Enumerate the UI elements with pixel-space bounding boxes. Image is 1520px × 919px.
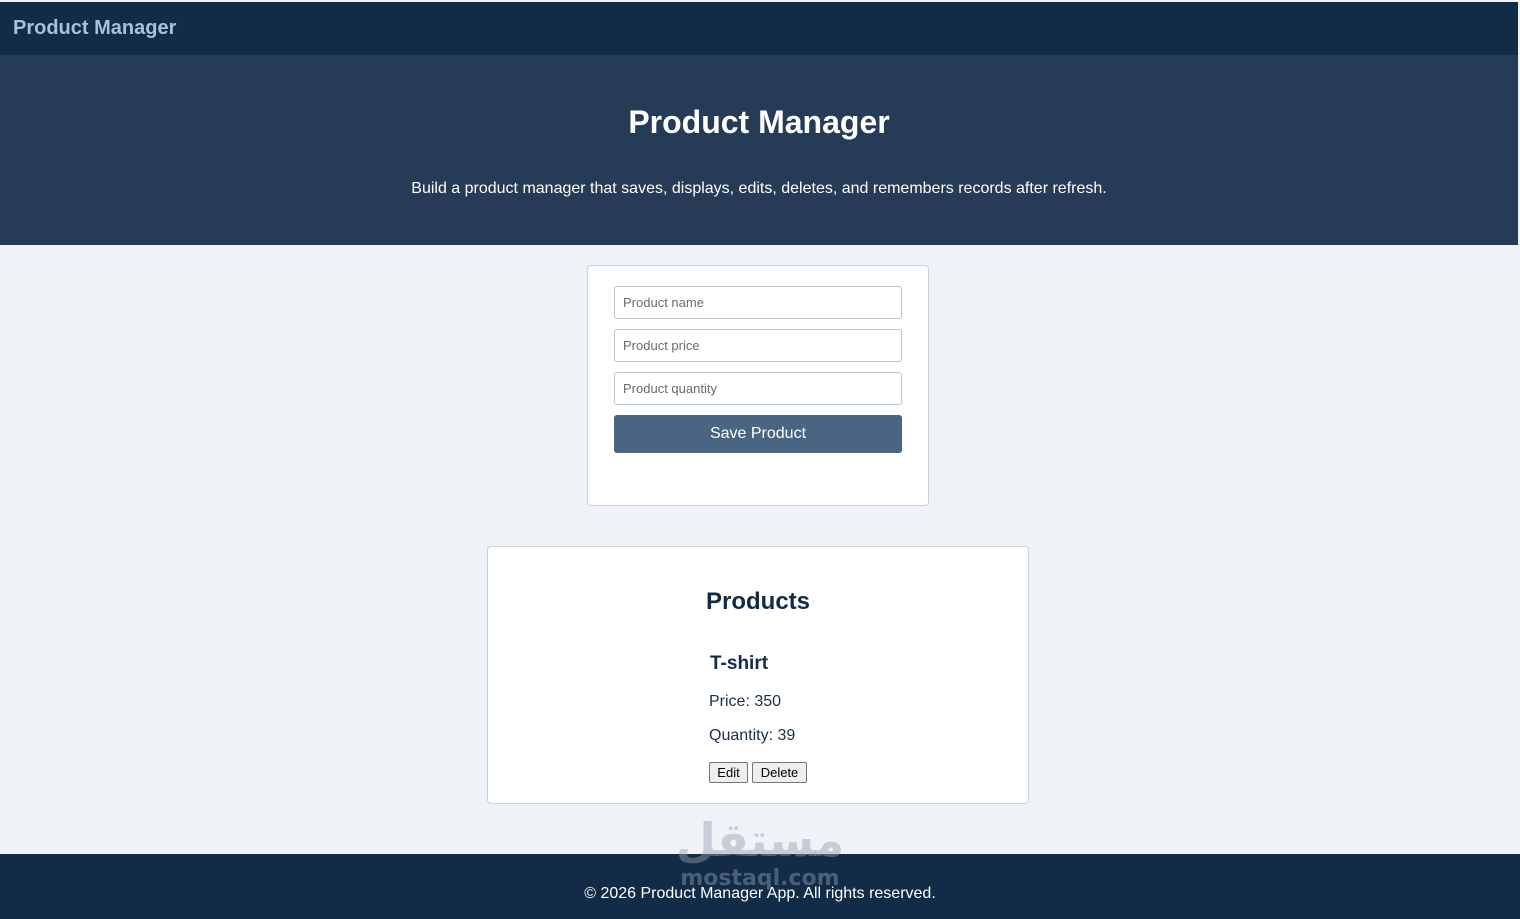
top-navbar: Product Manager <box>0 2 1518 55</box>
product-name: T-shirt <box>710 653 769 674</box>
product-name-input[interactable] <box>614 286 902 319</box>
page-subtitle: Build a product manager that saves, disp… <box>411 180 1107 197</box>
product-price: Price: 350 <box>709 693 782 710</box>
edit-button[interactable]: Edit <box>709 762 748 783</box>
product-price-input[interactable] <box>614 329 902 362</box>
products-list: Products T-shirt Price: 350 Quantity: 39… <box>487 546 1029 804</box>
save-product-button[interactable]: Save Product <box>614 415 902 453</box>
products-heading: Products <box>705 588 810 615</box>
page-title: Product Manager <box>628 104 890 140</box>
footer-copyright: © 2026 Product Manager App. All rights r… <box>584 885 936 902</box>
brand-logo-text[interactable]: Product Manager <box>13 17 176 40</box>
page-footer: © 2026 Product Manager App. All rights r… <box>0 854 1520 919</box>
product-quantity-input[interactable] <box>614 372 902 405</box>
delete-button[interactable]: Delete <box>752 762 807 783</box>
hero-banner: Product Manager Build a product manager … <box>0 55 1518 245</box>
product-quantity: Quantity: 39 <box>709 727 796 744</box>
product-form: Save Product <box>587 265 929 506</box>
